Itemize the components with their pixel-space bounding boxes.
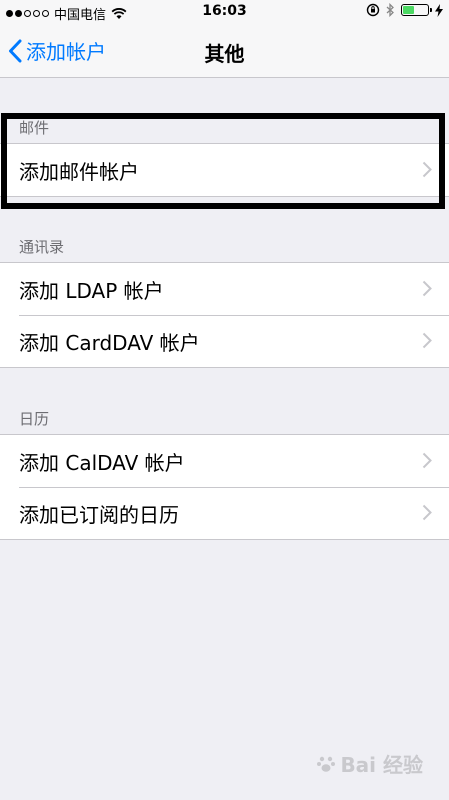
contacts-group: 添加 LDAP 帐户 添加 CardDAV 帐户 xyxy=(0,262,449,368)
bluetooth-icon xyxy=(386,3,394,17)
section-header-contacts: 通讯录 xyxy=(19,238,65,256)
row-label: 添加 LDAP 帐户 xyxy=(19,278,164,303)
page-title: 其他 xyxy=(204,42,245,66)
row-label: 添加 CardDAV 帐户 xyxy=(19,330,200,355)
row-label: 添加已订阅的日历 xyxy=(19,502,179,527)
add-carddav-account-row[interactable]: 添加 CardDAV 帐户 xyxy=(0,315,449,367)
status-bar: 中国电信 16:03 xyxy=(0,0,449,26)
add-ldap-account-row[interactable]: 添加 LDAP 帐户 xyxy=(0,263,449,315)
chevron-right-icon xyxy=(422,332,432,349)
rotation-lock-icon xyxy=(366,3,380,17)
calendar-group: 添加 CalDAV 帐户 添加已订阅的日历 xyxy=(0,434,449,540)
navigation-bar: 添加帐户 其他 xyxy=(0,26,449,78)
section-header-calendar: 日历 xyxy=(19,410,50,428)
battery-icon xyxy=(401,4,432,16)
row-label: 添加 CalDAV 帐户 xyxy=(19,450,185,475)
battery-level-fill xyxy=(403,6,414,14)
baidu-watermark: Bai 经验 xyxy=(316,749,423,778)
paw-logo-icon xyxy=(317,756,336,772)
chevron-right-icon xyxy=(422,504,432,521)
charging-bolt-icon xyxy=(435,3,443,17)
add-subscribed-calendar-row[interactable]: 添加已订阅的日历 xyxy=(0,487,449,539)
highlight-annotation-box xyxy=(1,113,445,209)
chevron-right-icon xyxy=(422,280,432,297)
add-caldav-account-row[interactable]: 添加 CalDAV 帐户 xyxy=(0,435,449,487)
status-right xyxy=(366,3,443,17)
chevron-right-icon xyxy=(422,452,432,469)
watermark-text: Bai 经验 xyxy=(340,753,423,777)
